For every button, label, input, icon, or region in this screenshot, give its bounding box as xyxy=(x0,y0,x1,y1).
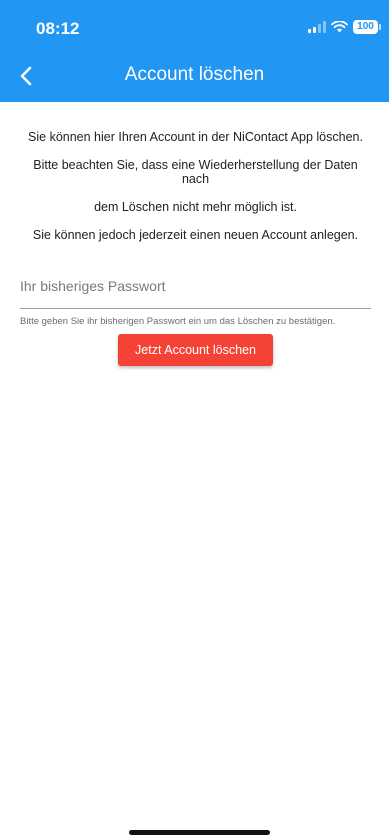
status-time: 08:12 xyxy=(36,19,80,38)
info-line-4: Sie können jedoch jederzeit einen neuen … xyxy=(32,228,359,242)
info-line-2: Bitte beachten Sie, dass eine Wiederhers… xyxy=(33,158,358,186)
content: Sie können hier Ihren Account in der NiC… xyxy=(20,116,371,366)
password-input[interactable] xyxy=(20,278,371,294)
status-bar: 08:12 100 xyxy=(0,0,389,50)
status-icons: 100 xyxy=(308,20,381,34)
battery-icon: 100 xyxy=(353,20,381,34)
app-bar: Account löschen xyxy=(0,50,389,102)
wifi-icon xyxy=(331,21,348,33)
info-line-1: Sie können hier Ihren Account in der NiC… xyxy=(28,130,363,144)
info-line-3: dem Löschen nicht mehr möglich ist. xyxy=(94,200,297,214)
app-screen: 08:12 100 Account löschen Sie können hie… xyxy=(0,0,389,840)
cellular-signal-icon xyxy=(308,21,326,33)
home-indicator xyxy=(129,830,270,835)
password-field xyxy=(20,272,371,309)
info-text: Sie können hier Ihren Account in der NiC… xyxy=(20,116,371,256)
helper-text: Bitte geben Sie ihr bisherigen Passwort … xyxy=(20,316,336,327)
page-title: Account löschen xyxy=(124,64,265,85)
delete-account-button[interactable]: Jetzt Account löschen xyxy=(118,334,273,366)
header: 08:12 100 Account löschen xyxy=(0,0,389,102)
